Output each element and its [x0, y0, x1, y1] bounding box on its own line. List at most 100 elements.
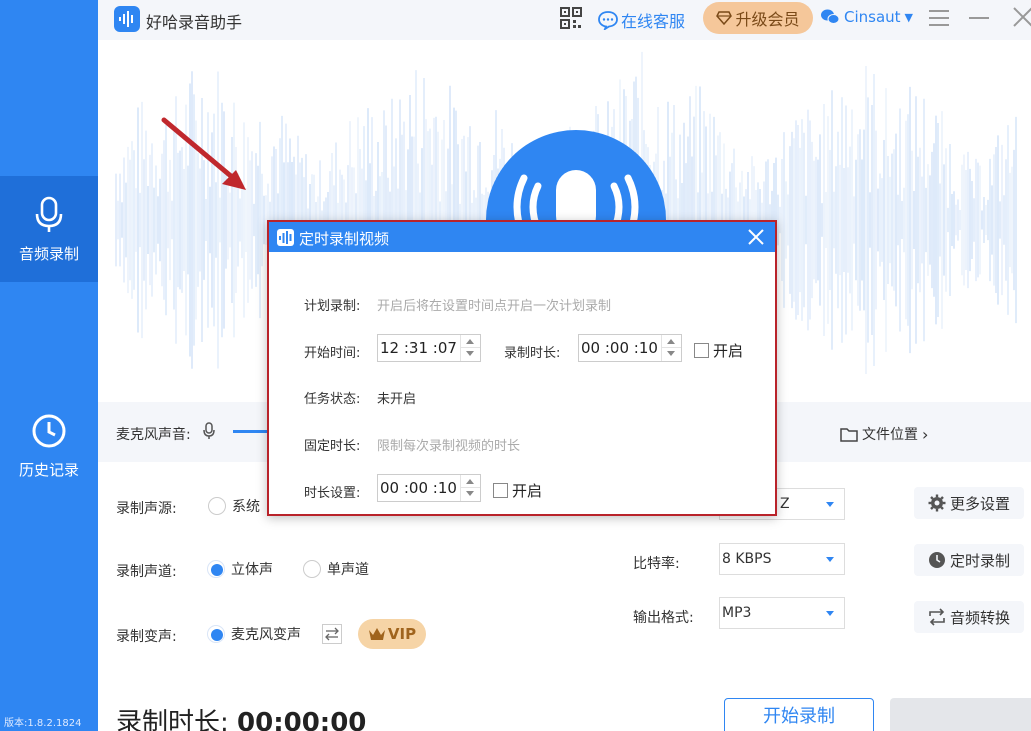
convert-icon — [929, 608, 945, 626]
dialog-title-bar: 定时录制视频 — [269, 222, 775, 252]
wechat-icon — [821, 9, 840, 24]
user-account-menu[interactable]: Cinsaut ▼ — [820, 8, 913, 26]
file-location-label: 文件位置 — [862, 427, 918, 443]
secondary-action-button[interactable] — [890, 698, 1031, 731]
version-text: 版本:1.8.2.1824 — [4, 718, 82, 729]
upgrade-member-button[interactable]: 升级会员 — [703, 2, 813, 34]
diamond-icon — [716, 11, 733, 25]
online-service-label: 在线客服 — [621, 12, 686, 31]
record-duration-input[interactable]: 00 :00 :10 — [578, 334, 682, 362]
start-record-label: 开始录制 — [763, 706, 835, 727]
vip-label: VIP — [387, 625, 417, 643]
bitrate-value: 8 KBPS — [722, 551, 772, 567]
channel-option-mono[interactable]: 单声道 — [303, 559, 369, 579]
source-option-label: 系统 — [232, 499, 260, 515]
checkbox-icon — [493, 483, 508, 498]
crown-icon — [368, 628, 385, 640]
channel-option-label: 单声道 — [327, 562, 369, 578]
spin-down-icon[interactable] — [466, 351, 474, 356]
file-location-button[interactable]: 文件位置 › — [840, 424, 928, 444]
bitrate-label: 比特率: — [633, 556, 680, 572]
chevron-down-icon — [826, 611, 834, 616]
vip-badge[interactable]: VIP — [358, 619, 426, 649]
more-settings-button[interactable]: 更多设置 — [914, 487, 1024, 519]
radio-button-icon — [303, 560, 321, 578]
enable-schedule-checkbox[interactable]: 开启 — [694, 340, 743, 361]
app-logo-icon — [114, 6, 140, 32]
task-status-value: 未开启 — [377, 392, 417, 407]
mic-volume-label: 麦克风声音: — [116, 427, 191, 443]
format-label: 输出格式: — [633, 610, 694, 626]
radio-button-icon — [207, 560, 225, 578]
start-time-value: 12 :31 :07 — [380, 339, 457, 357]
sidebar: 音频录制 历史记录 版本:1.8.2.1824 — [0, 0, 98, 731]
menu-icon[interactable] — [928, 8, 950, 28]
radio-button-icon — [207, 625, 225, 643]
start-record-button[interactable]: 开始录制 — [724, 698, 874, 731]
timer-icon — [929, 552, 945, 568]
sidebar-item-history[interactable]: 历史记录 — [0, 392, 98, 498]
upgrade-label: 升级会员 — [735, 10, 800, 29]
minimize-icon[interactable] — [968, 8, 990, 28]
spin-down-icon[interactable] — [667, 351, 675, 356]
checkbox-icon — [694, 343, 709, 358]
format-select[interactable]: MP3 — [719, 597, 845, 629]
time-spinner[interactable] — [460, 335, 480, 361]
scheduled-record-label: 定时录制 — [950, 551, 1011, 570]
spin-down-icon[interactable] — [466, 491, 474, 496]
record-duration-label: 录制时长: — [504, 346, 561, 361]
enable-label: 开启 — [713, 342, 744, 360]
scheduled-record-button[interactable]: 定时录制 — [914, 544, 1024, 576]
duration-setting-value: 00 :00 :10 — [380, 479, 457, 497]
chevron-down-icon — [826, 557, 834, 562]
close-window-icon[interactable] — [1012, 6, 1031, 28]
gear-icon — [928, 494, 946, 512]
qr-code-icon[interactable] — [560, 7, 582, 29]
dropdown-arrow-icon: ▼ — [904, 10, 914, 24]
chevron-right-icon: › — [922, 424, 929, 444]
duration-setting-label: 时长设置: — [304, 486, 361, 501]
more-settings-label: 更多设置 — [950, 494, 1011, 513]
scheduled-record-dialog: 定时录制视频 计划录制: 开启后将在设置时间点开启一次计划录制 开始时间: 12… — [267, 220, 777, 516]
bitrate-select[interactable]: 8 KBPS — [719, 543, 845, 575]
record-duration-value: 00 :00 :10 — [581, 339, 658, 357]
online-service-button[interactable]: 在线客服 — [598, 8, 685, 32]
time-spinner[interactable] — [661, 335, 681, 361]
sidebar-item-audio-record[interactable]: 音频录制 — [0, 176, 98, 282]
enable-label: 开启 — [512, 482, 543, 500]
close-icon[interactable] — [747, 228, 765, 246]
microphone-icon — [203, 422, 215, 439]
recording-duration: 录制时长: 00:00:00 — [116, 702, 366, 731]
duration-setting-input[interactable]: 00 :00 :10 — [377, 474, 481, 502]
channel-option-stereo[interactable]: 立体声 — [207, 559, 273, 579]
radio-button-icon — [208, 497, 226, 515]
source-option-system[interactable]: 系统 — [208, 496, 260, 516]
audio-convert-label: 音频转换 — [950, 608, 1011, 627]
voice-change-label: 录制变声: — [116, 629, 177, 645]
channel-label: 录制声道: — [116, 564, 177, 580]
fixed-duration-label: 固定时长: — [304, 439, 361, 454]
voice-change-mic-option[interactable]: 麦克风变声 — [207, 624, 301, 644]
fixed-duration-hint: 限制每次录制视频的时长 — [377, 439, 521, 454]
folder-icon — [840, 427, 858, 442]
swap-icon[interactable] — [322, 624, 342, 644]
spin-up-icon[interactable] — [667, 339, 675, 344]
microphone-icon — [35, 196, 63, 232]
task-status-label: 任务状态: — [304, 392, 361, 407]
enable-fixed-duration-checkbox[interactable]: 开启 — [493, 480, 542, 501]
format-value: MP3 — [722, 605, 752, 621]
start-time-input[interactable]: 12 :31 :07 — [377, 334, 481, 362]
sidebar-item-label: 历史记录 — [18, 460, 79, 479]
time-spinner[interactable] — [460, 475, 480, 501]
audio-convert-button[interactable]: 音频转换 — [914, 601, 1024, 633]
app-logo-icon — [277, 229, 294, 246]
spin-up-icon[interactable] — [466, 339, 474, 344]
channel-option-label: 立体声 — [231, 562, 273, 578]
duration-value: 00:00:00 — [237, 708, 367, 731]
start-time-label: 开始时间: — [304, 346, 361, 361]
spin-up-icon[interactable] — [466, 479, 474, 484]
annotation-arrow-icon — [161, 117, 246, 190]
clock-icon — [32, 414, 66, 447]
user-name: Cinsaut — [844, 8, 901, 26]
plan-record-label: 计划录制: — [304, 299, 361, 314]
